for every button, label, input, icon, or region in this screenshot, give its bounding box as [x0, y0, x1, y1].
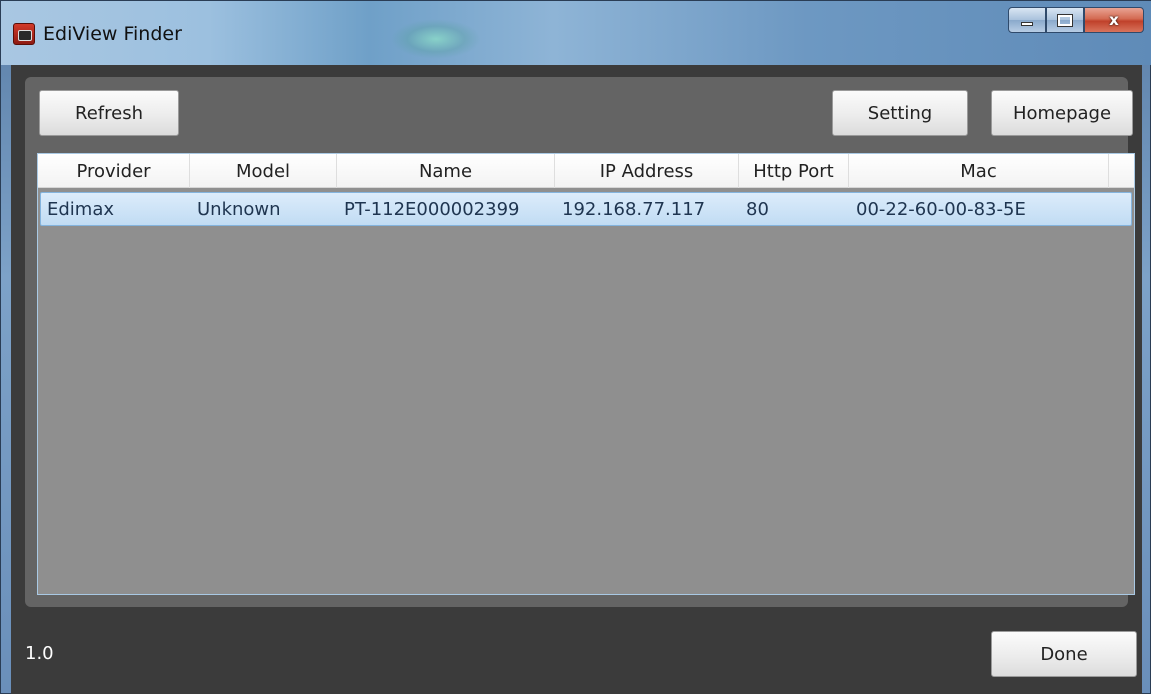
version-label: 1.0	[25, 643, 54, 664]
minimize-icon	[1021, 22, 1033, 26]
column-header-provider[interactable]: Provider	[38, 154, 190, 188]
list-header: Provider Model Name IP Address Http Port…	[38, 154, 1134, 188]
column-header-model[interactable]: Model	[190, 154, 337, 188]
main-panel: Refresh Setting Homepage Provider Model …	[25, 77, 1135, 607]
minimize-button[interactable]	[1008, 7, 1046, 33]
table-row[interactable]: Edimax Unknown PT-112E000002399 192.168.…	[40, 192, 1132, 226]
column-header-mac[interactable]: Mac	[849, 154, 1109, 188]
close-button[interactable]: x	[1084, 7, 1144, 33]
client-area: Refresh Setting Homepage Provider Model …	[11, 65, 1142, 694]
cell-name: PT-112E000002399	[344, 198, 520, 220]
column-header-name[interactable]: Name	[337, 154, 555, 188]
refresh-button[interactable]: Refresh	[39, 90, 179, 136]
app-window: EdiView Finder x Refresh Setting Homepag…	[0, 0, 1151, 694]
cell-http-port: 80	[746, 198, 769, 220]
window-title: EdiView Finder	[43, 23, 182, 45]
done-button[interactable]: Done	[991, 631, 1137, 677]
column-header-ip-address[interactable]: IP Address	[555, 154, 739, 188]
app-logo-icon[interactable]	[13, 23, 35, 45]
column-header-filler	[1109, 154, 1134, 188]
cell-ip-address: 192.168.77.117	[562, 198, 706, 220]
maximize-icon	[1057, 13, 1073, 27]
caption-buttons: x	[1008, 7, 1144, 33]
cell-model: Unknown	[197, 198, 281, 220]
title-bar-decoration	[391, 19, 481, 59]
column-header-http-port[interactable]: Http Port	[739, 154, 849, 188]
device-list[interactable]: Provider Model Name IP Address Http Port…	[37, 153, 1135, 595]
setting-button[interactable]: Setting	[832, 90, 968, 136]
homepage-button[interactable]: Homepage	[991, 90, 1133, 136]
maximize-button[interactable]	[1046, 7, 1084, 33]
title-bar[interactable]: EdiView Finder x	[1, 1, 1151, 65]
cell-provider: Edimax	[47, 198, 115, 220]
cell-mac: 00-22-60-00-83-5E	[856, 198, 1026, 220]
close-icon: x	[1109, 11, 1119, 29]
